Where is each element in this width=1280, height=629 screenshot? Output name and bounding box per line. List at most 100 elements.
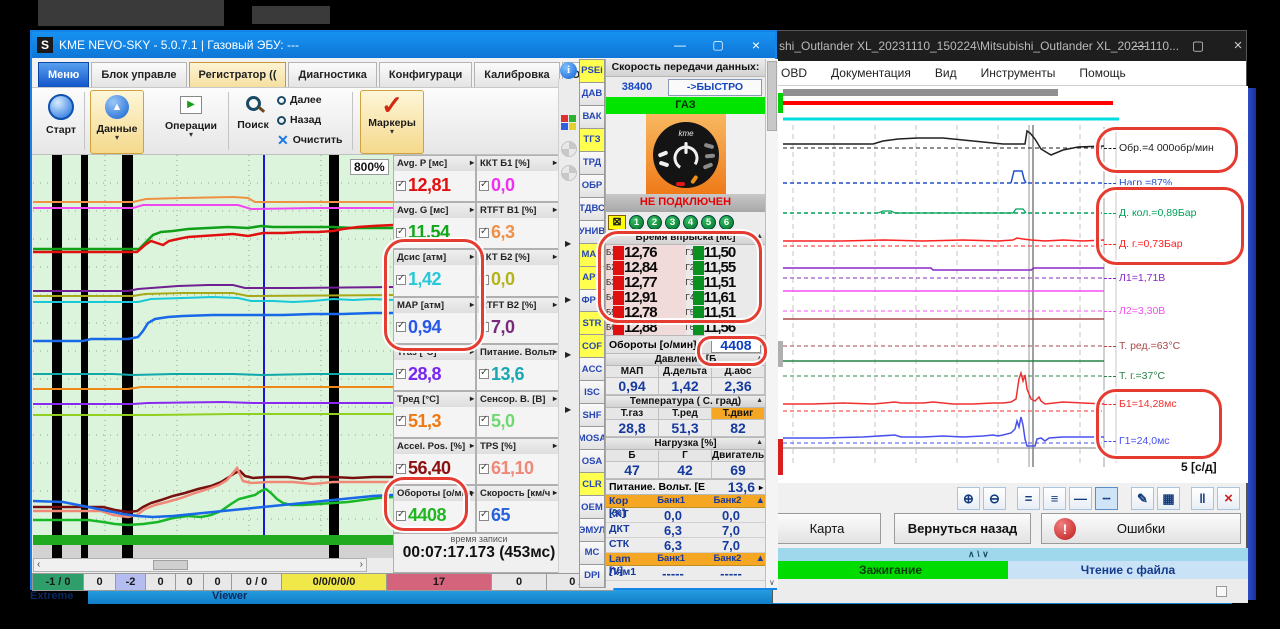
- param-checkbox[interactable]: [396, 369, 406, 379]
- expand-arrow-icon[interactable]: ▶: [565, 295, 571, 304]
- sidebar-dav[interactable]: ДАВ: [579, 83, 605, 106]
- param-speed[interactable]: Скорость [км/ч65: [476, 485, 559, 532]
- cylinder-6-button[interactable]: 6: [719, 215, 734, 230]
- main-maximize-button[interactable]: ▢: [699, 32, 737, 58]
- map-button[interactable]: Карта: [773, 513, 881, 544]
- sidebar-tdvs[interactable]: ТДВС: [579, 198, 605, 221]
- back-button[interactable]: Назад: [277, 110, 349, 130]
- param-rtft-b1[interactable]: RTFT B1 [%]6,3: [476, 202, 559, 249]
- sidebar-mosa[interactable]: MOSA: [579, 427, 605, 450]
- sidebar-acc[interactable]: ACC: [579, 358, 605, 381]
- line-thick-icon[interactable]: =: [1017, 487, 1040, 510]
- param-supply-voltage[interactable]: Питание. Вольт.13,6: [476, 344, 559, 391]
- pause-icon[interactable]: ‖: [1191, 487, 1214, 510]
- clear-button[interactable]: ✕Очистить: [277, 130, 349, 150]
- sidebar-str[interactable]: STR: [579, 312, 605, 335]
- image-icon[interactable]: ▦: [1157, 487, 1180, 510]
- load-header[interactable]: Нагрузка [%]: [606, 438, 765, 450]
- cylinder-1-button[interactable]: 1: [629, 215, 644, 230]
- tab-control-unit[interactable]: Блок управле: [91, 62, 186, 87]
- cylinder-2-button[interactable]: 2: [647, 215, 662, 230]
- menu-view[interactable]: Вид: [935, 66, 957, 80]
- go-back-button[interactable]: Вернуться назад: [894, 513, 1031, 544]
- scroll-thumb[interactable]: [153, 560, 188, 570]
- sidebar-mc[interactable]: МС: [579, 542, 605, 565]
- next-button[interactable]: Далее: [277, 90, 349, 110]
- expand-arrow-icon[interactable]: ▶: [565, 239, 571, 248]
- markers-button[interactable]: ✓ Маркеры ▾: [360, 90, 424, 154]
- param-tps[interactable]: TPS [%]61,10: [476, 438, 559, 485]
- sidebar-cof[interactable]: COF: [579, 335, 605, 358]
- background-tab-extreme[interactable]: Extreme: [30, 590, 73, 602]
- cylinder-3-button[interactable]: 3: [665, 215, 680, 230]
- search-button[interactable]: Поиск: [233, 94, 273, 131]
- palette-icon[interactable]: [561, 115, 577, 131]
- param-checkbox[interactable]: [479, 416, 489, 426]
- tab-diagnostics[interactable]: Диагностика: [288, 62, 376, 87]
- kme-switch-dial[interactable]: kme: [646, 114, 726, 194]
- param-sensor-v[interactable]: Сенсор. В. [В]5,0: [476, 391, 559, 438]
- background-tab-viewer[interactable]: Viewer: [212, 590, 247, 602]
- tab-recorder[interactable]: Регистратор ((: [189, 62, 287, 87]
- operations-button[interactable]: ▶ Операции ▾: [162, 90, 220, 154]
- cylinder-4-button[interactable]: 4: [683, 215, 698, 230]
- info-icon[interactable]: i: [560, 62, 577, 79]
- sidebar-trd[interactable]: ТРД: [579, 152, 605, 175]
- sidebar-clr[interactable]: CLR: [579, 473, 605, 496]
- tab-calibration[interactable]: Калибровка: [474, 62, 559, 87]
- cylinder-5-button[interactable]: 5: [701, 215, 716, 230]
- menu-tools[interactable]: Инструменты: [981, 66, 1056, 80]
- param-checkbox[interactable]: [479, 369, 489, 379]
- errors-button[interactable]: ! Ошибки: [1041, 513, 1241, 544]
- panel-vscrollbar[interactable]: ∨: [765, 59, 778, 588]
- temperature-header[interactable]: Температура ( С. град): [606, 396, 765, 408]
- close-chart-icon[interactable]: ×: [1217, 487, 1240, 510]
- pencil-icon[interactable]: ✎: [1131, 487, 1154, 510]
- panel-scroll-thumb[interactable]: [767, 61, 777, 131]
- param-checkbox[interactable]: [396, 181, 406, 191]
- chart-hscrollbar[interactable]: ‹ ›: [33, 558, 367, 572]
- sidebar-tgz[interactable]: ТГЗ: [579, 129, 605, 152]
- sidebar-vak[interactable]: ВАК: [579, 106, 605, 129]
- sidebar-osa[interactable]: OSA: [579, 450, 605, 473]
- tab-menu[interactable]: Меню: [38, 62, 89, 87]
- expand-arrow-icon[interactable]: ▶: [565, 350, 571, 359]
- expand-arrow-icon[interactable]: ▶: [565, 405, 571, 414]
- scroll-down-icon[interactable]: ∨: [769, 578, 775, 587]
- param-rtft-b2[interactable]: RTFT B2 [%]7,0: [476, 297, 559, 344]
- start-button[interactable]: Старт: [40, 94, 82, 136]
- tab-configuration[interactable]: Конфигураци: [379, 62, 472, 87]
- viewer-title-bar[interactable]: shi_Outlander XL_20231110_150224\Mitsubi…: [773, 31, 1246, 61]
- bottom-checkbox[interactable]: [1216, 586, 1227, 597]
- param-avg-p[interactable]: Avg. P [мс]12,81: [393, 155, 476, 202]
- correction-header[interactable]: Кор [%]Банк1Банк2▲: [606, 495, 765, 508]
- param-checkbox[interactable]: [396, 228, 406, 238]
- viewer-minimize-button[interactable]: —: [1123, 31, 1157, 61]
- menu-documentation[interactable]: Документация: [831, 66, 911, 80]
- viewer-close-button[interactable]: ×: [1221, 31, 1255, 61]
- param-checkbox[interactable]: [479, 181, 489, 191]
- scroll-right-icon[interactable]: ›: [360, 559, 363, 570]
- sidebar-shf[interactable]: SHF: [579, 404, 605, 427]
- scroll-left-icon[interactable]: ‹: [37, 559, 40, 570]
- nav-bar[interactable]: ∧ \ ∨: [773, 548, 1248, 561]
- menu-help[interactable]: Помощь: [1079, 66, 1125, 80]
- param-checkbox[interactable]: [479, 511, 489, 521]
- param-checkbox[interactable]: [479, 228, 489, 238]
- param-kkt-b1[interactable]: ККТ Б1 [%]0,0: [476, 155, 559, 202]
- param-tred[interactable]: Тред [°C]51,3: [393, 391, 476, 438]
- line-multi-icon[interactable]: ≡: [1043, 487, 1066, 510]
- sidebar-dpi[interactable]: DPI: [579, 565, 605, 588]
- fuel-mode-indicator[interactable]: ГАЗ: [606, 97, 765, 114]
- sidebar-oem[interactable]: OEM: [579, 496, 605, 519]
- zoom-out-icon[interactable]: ⊖: [983, 487, 1006, 510]
- main-close-button[interactable]: ×: [737, 32, 775, 58]
- main-minimize-button[interactable]: —: [661, 32, 699, 58]
- param-kkt-b2[interactable]: ККТ Б2 [%]0,0: [476, 249, 559, 296]
- data-button[interactable]: ▲ Данные ▾: [90, 90, 144, 154]
- line-dashed-icon[interactable]: ┄: [1095, 487, 1118, 510]
- viewer-maximize-button[interactable]: ▢: [1181, 31, 1215, 61]
- fast-button[interactable]: ->БЫСТРО: [668, 79, 762, 96]
- param-checkbox[interactable]: [479, 464, 489, 474]
- sidebar-obr[interactable]: ОБР: [579, 175, 605, 198]
